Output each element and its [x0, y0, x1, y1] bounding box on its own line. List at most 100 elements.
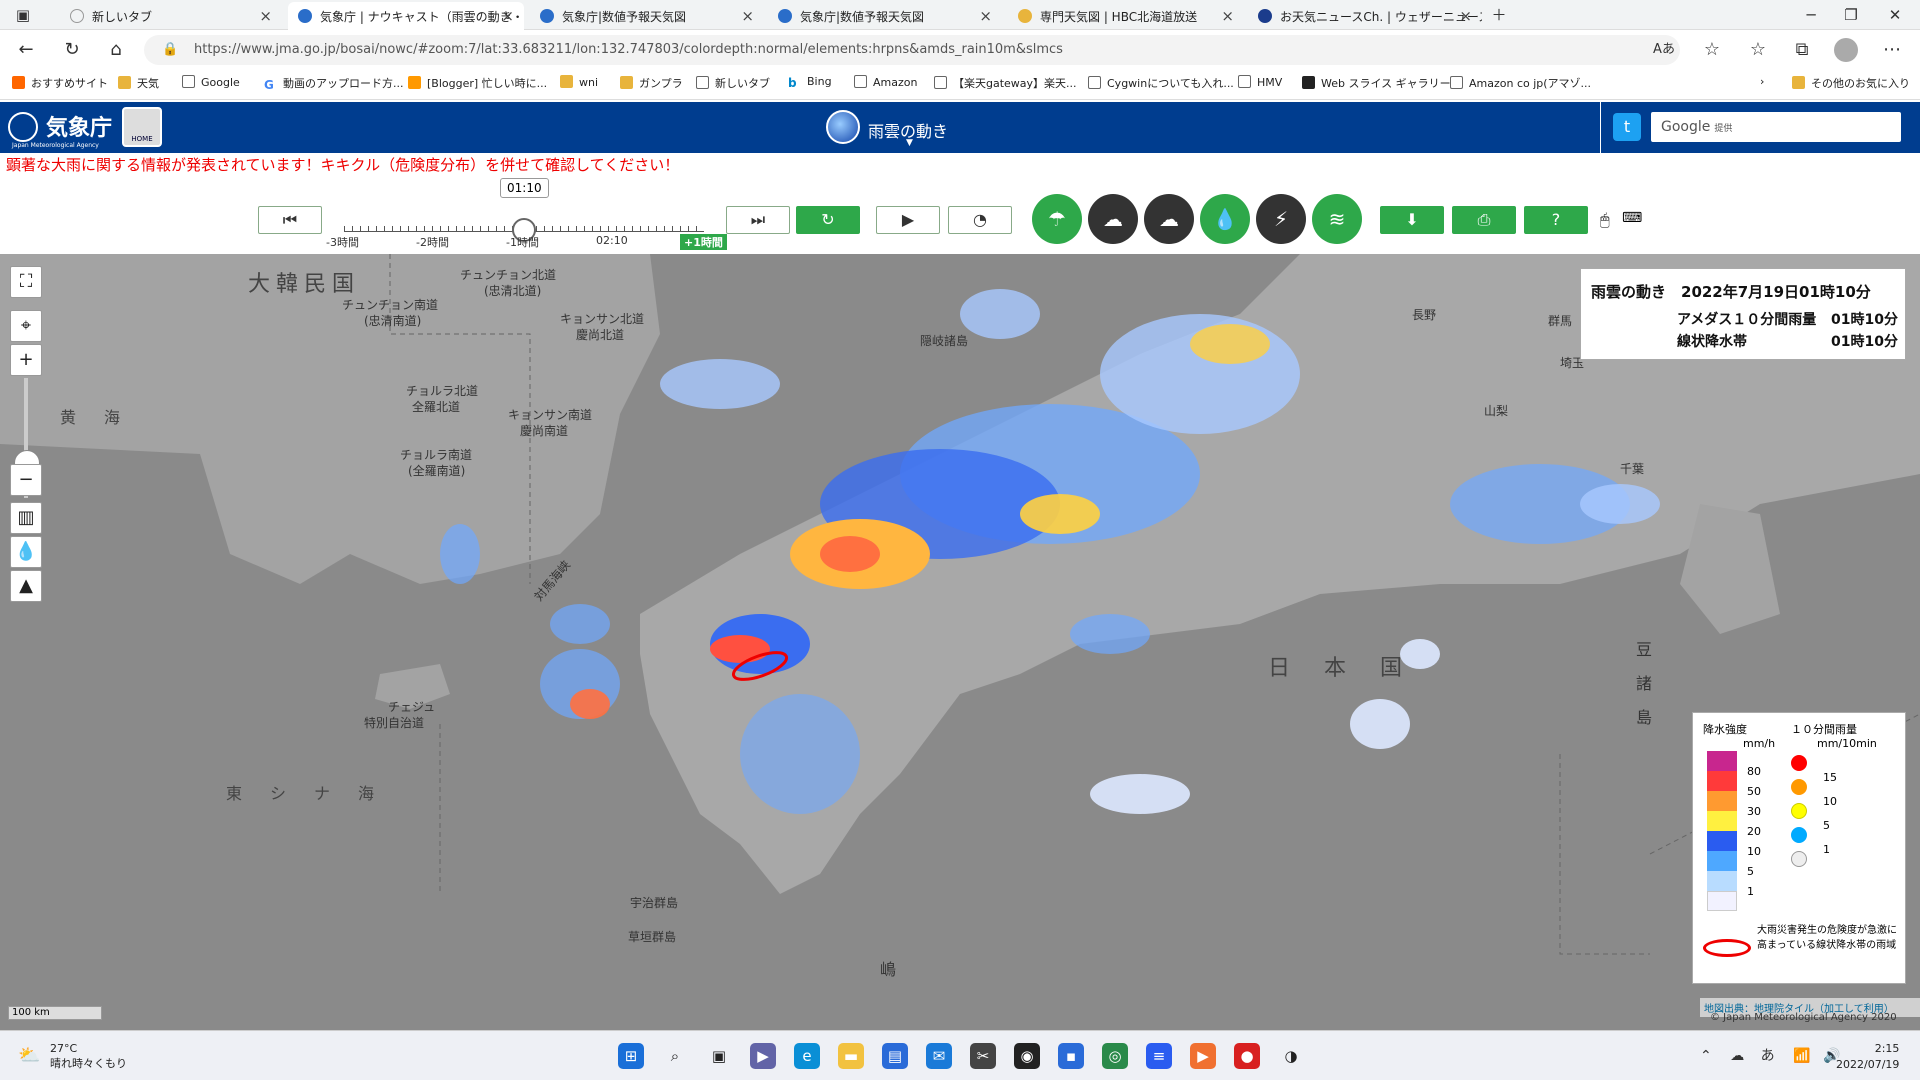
map-layer-icon[interactable]: ▥ [10, 502, 42, 534]
refresh-icon[interactable]: ↻ [60, 38, 84, 62]
task-view-icon[interactable]: ▣ [706, 1043, 732, 1069]
media-icon[interactable]: ◉ [1014, 1043, 1040, 1069]
twitter-icon[interactable]: t [1613, 113, 1641, 141]
app-red-icon[interactable]: ● [1234, 1043, 1260, 1069]
speed-button[interactable]: ◔ [948, 206, 1012, 234]
tab-jma-nowcast[interactable]: 気象庁 | ナウキャスト（雨雲の動き・ × [288, 2, 524, 30]
chevron-right-icon[interactable]: › [1760, 75, 1764, 88]
close-window-icon[interactable]: ✕ [1884, 4, 1906, 26]
chrome-icon[interactable]: ◎ [1102, 1043, 1128, 1069]
chevron-up-icon[interactable]: ⌃ [1700, 1048, 1712, 1064]
rain-drop-layer-icon[interactable]: 💧 [1200, 194, 1250, 244]
bookmark-item[interactable]: 【楽天gateway】楽天... [934, 75, 1077, 91]
tab-jma-nwp-2[interactable]: 気象庁|数値予報天気図 × [768, 2, 1002, 30]
read-aloud-icon[interactable]: Aあ [1652, 38, 1676, 62]
help-button[interactable]: ? [1524, 206, 1588, 234]
favorite-icon[interactable]: ☆ [1700, 38, 1724, 62]
zoom-in-button[interactable]: + [10, 344, 42, 376]
video-icon[interactable]: ▶ [1190, 1043, 1216, 1069]
mouse-icon[interactable]: 🖱 [1600, 210, 1610, 230]
bookmark-item[interactable]: Cygwinについても入れ... [1088, 75, 1234, 91]
app-circle-icon[interactable]: ◑ [1278, 1043, 1304, 1069]
favorites-list-icon[interactable]: ☆ [1746, 38, 1770, 62]
lightning-layer-icon[interactable]: ⚡ [1256, 194, 1306, 244]
label-jeonbuk-2: 全羅北道 [412, 400, 461, 414]
refresh-button[interactable]: ↻ [796, 206, 860, 234]
home-button[interactable]: HOME [122, 107, 162, 147]
notepad-icon[interactable]: ≡ [1146, 1043, 1172, 1069]
skip-start-button[interactable]: ⏮ [258, 206, 322, 234]
bookmark-folder[interactable]: wni [560, 75, 598, 89]
app-icon[interactable]: ▪ [1058, 1043, 1084, 1069]
close-icon[interactable]: × [741, 7, 754, 25]
google-search-input[interactable]: Google 提供 [1651, 112, 1901, 142]
bookmark-item[interactable]: Amazon co jp(アマゾ... [1450, 75, 1591, 91]
zoom-out-button[interactable]: − [10, 464, 42, 496]
bookmark-item[interactable]: b Bing [788, 75, 832, 90]
play-button[interactable]: ▶ [876, 206, 940, 234]
bookmark-item[interactable]: おすすめサイト [12, 75, 108, 91]
clock[interactable]: 2:15 2022/07/19 [1836, 1041, 1899, 1073]
thunder-cloud-layer-icon[interactable]: ☁ [1088, 194, 1138, 244]
heavy-rain-warning[interactable]: 顕著な大雨に関する情報が発表されています！キキクル（危険度分布）を併せて確認して… [6, 154, 679, 175]
onedrive-icon[interactable]: ☁ [1730, 1048, 1744, 1064]
search-icon[interactable]: ⌕ [662, 1043, 688, 1069]
wifi-icon[interactable]: 📶 [1793, 1048, 1810, 1064]
keyboard-icon[interactable]: ⌨ [1622, 210, 1642, 226]
caret-down-icon: ▼ [906, 138, 913, 148]
weather-widget[interactable]: 27°C 晴れ時々くもり [50, 1041, 127, 1071]
download-button[interactable]: ⬇ [1380, 206, 1444, 234]
close-icon[interactable]: × [1459, 7, 1472, 25]
water-drop-icon[interactable]: 💧 [10, 536, 42, 568]
back-icon[interactable]: ← [14, 38, 38, 62]
bookmark-item[interactable]: Amazon [854, 75, 917, 89]
close-icon[interactable]: × [1221, 7, 1234, 25]
ime-indicator[interactable]: あ [1761, 1048, 1775, 1064]
url-input[interactable]: https://www.jma.go.jp/bosai/nowc/#zoom:7… [144, 35, 1680, 65]
location-pin-icon[interactable]: ⌖ [10, 310, 42, 342]
mail-icon[interactable]: ✉ [926, 1043, 952, 1069]
close-icon[interactable]: × [501, 7, 514, 25]
store-icon[interactable]: ▤ [882, 1043, 908, 1069]
print-button[interactable]: ⎙ [1452, 206, 1516, 234]
radar-map[interactable]: 大韓民国 日 本 国 黄 海 東 シ ナ 海 チュンチョン南道 (忠清南道) チ… [0, 254, 1920, 1030]
bookmark-item[interactable]: 新しいタブ [696, 75, 770, 91]
close-icon[interactable]: × [979, 7, 992, 25]
close-icon[interactable]: × [259, 7, 272, 25]
page-icon [182, 75, 195, 88]
edge-icon[interactable]: e [794, 1043, 820, 1069]
snipping-icon[interactable]: ✂ [970, 1043, 996, 1069]
bookmark-item[interactable]: G 動画のアップロード方... [264, 75, 404, 92]
linear-rainband-layer-icon[interactable]: ≋ [1312, 194, 1362, 244]
bookmark-folder[interactable]: その他のお気に入り [1792, 75, 1910, 91]
windows-start-icon[interactable]: ⊞ [618, 1043, 644, 1069]
collections-icon[interactable]: ⧉ [1790, 38, 1814, 62]
bookmark-item[interactable]: HMV [1238, 75, 1282, 89]
lock-icon[interactable]: 🔒 [162, 42, 178, 57]
tab-jma-nwp-1[interactable]: 気象庁|数値予報天気図 × [530, 2, 764, 30]
teams-icon[interactable]: ▶ [750, 1043, 776, 1069]
fullscreen-icon[interactable]: ⛶ [10, 266, 42, 298]
home-icon[interactable]: ⌂ [104, 38, 128, 62]
bookmark-item[interactable]: [Blogger] 忙しい時に... [408, 75, 547, 91]
legend-rainband-icon [1703, 939, 1751, 957]
bookmark-folder[interactable]: ガンプラ [620, 75, 683, 91]
weather-sun-cloud-icon[interactable]: ⛅ [18, 1045, 40, 1066]
bookmark-item[interactable]: Google [182, 75, 240, 89]
bookmark-folder[interactable]: 天気 [118, 75, 159, 91]
rain-cloud-layer-icon[interactable]: ☂ [1032, 194, 1082, 244]
more-icon[interactable]: ⋯ [1880, 38, 1904, 62]
tornado-cloud-layer-icon[interactable]: ☁ [1144, 194, 1194, 244]
tab-new[interactable]: 新しいタブ × [60, 2, 282, 30]
tab-hbc[interactable]: 専門天気図 | HBC北海道放送 × [1008, 2, 1244, 30]
profile-avatar[interactable] [1834, 38, 1858, 62]
restore-icon[interactable]: ❐ [1840, 4, 1862, 26]
file-explorer-icon[interactable]: ▬ [838, 1043, 864, 1069]
tab-actions-icon[interactable]: ▣ [12, 4, 34, 26]
minimize-icon[interactable]: ─ [1800, 4, 1822, 26]
tab-weathernews[interactable]: お天気ニュースCh. | ウェザーニュース × [1248, 2, 1482, 30]
skip-end-button[interactable]: ⏭ [726, 206, 790, 234]
new-tab-icon[interactable]: ＋ [1488, 4, 1510, 26]
bookmark-item[interactable]: Web スライス ギャラリー [1302, 75, 1451, 91]
terrain-icon[interactable]: ▲ [10, 570, 42, 602]
